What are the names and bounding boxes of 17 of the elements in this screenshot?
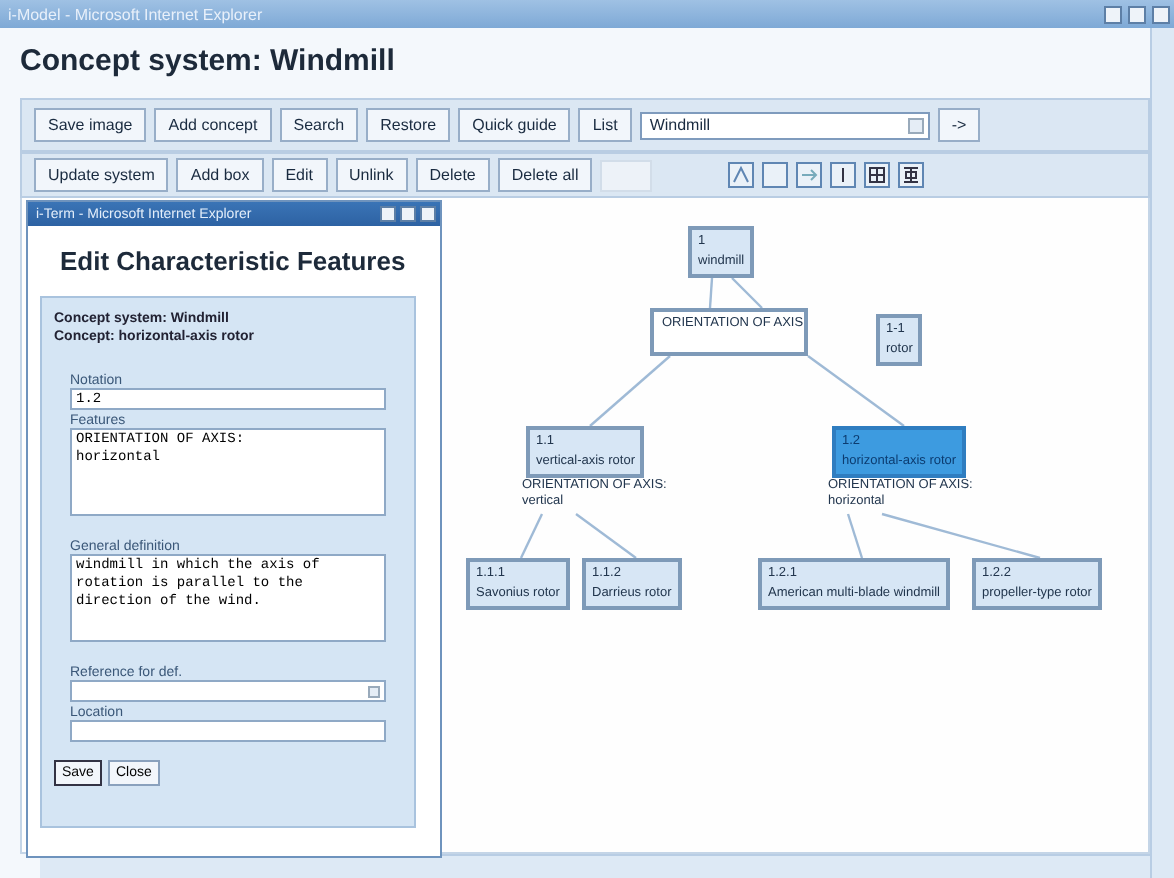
- toolbar-button[interactable]: Delete all: [497, 158, 593, 192]
- toolbar-button[interactable]: Add box: [176, 158, 264, 192]
- toolbar-button[interactable]: Restore: [366, 108, 451, 142]
- toolbar-button[interactable]: Unlink: [335, 158, 408, 192]
- toolbar-button[interactable]: Quick guide: [458, 108, 571, 142]
- form-heading: Edit Characteristic Features: [60, 246, 408, 276]
- window-title: i-Model - Microsoft Internet Explorer: [8, 5, 265, 23]
- page-title: Concept system: Windmill: [20, 44, 397, 78]
- toolbar-button[interactable]: Edit: [271, 158, 328, 192]
- toolbar-button[interactable]: Save image: [34, 108, 147, 142]
- go-button[interactable]: ->: [937, 108, 981, 142]
- toolbar-button[interactable]: Add concept: [154, 108, 272, 142]
- toolbar-button[interactable]: Delete: [415, 158, 490, 192]
- toolbar-button[interactable]: List: [578, 108, 632, 142]
- toolbar-button[interactable]: Update system: [34, 158, 169, 192]
- concept-select[interactable]: Windmill: [639, 111, 930, 139]
- toolbar-button[interactable]: Search: [279, 108, 359, 142]
